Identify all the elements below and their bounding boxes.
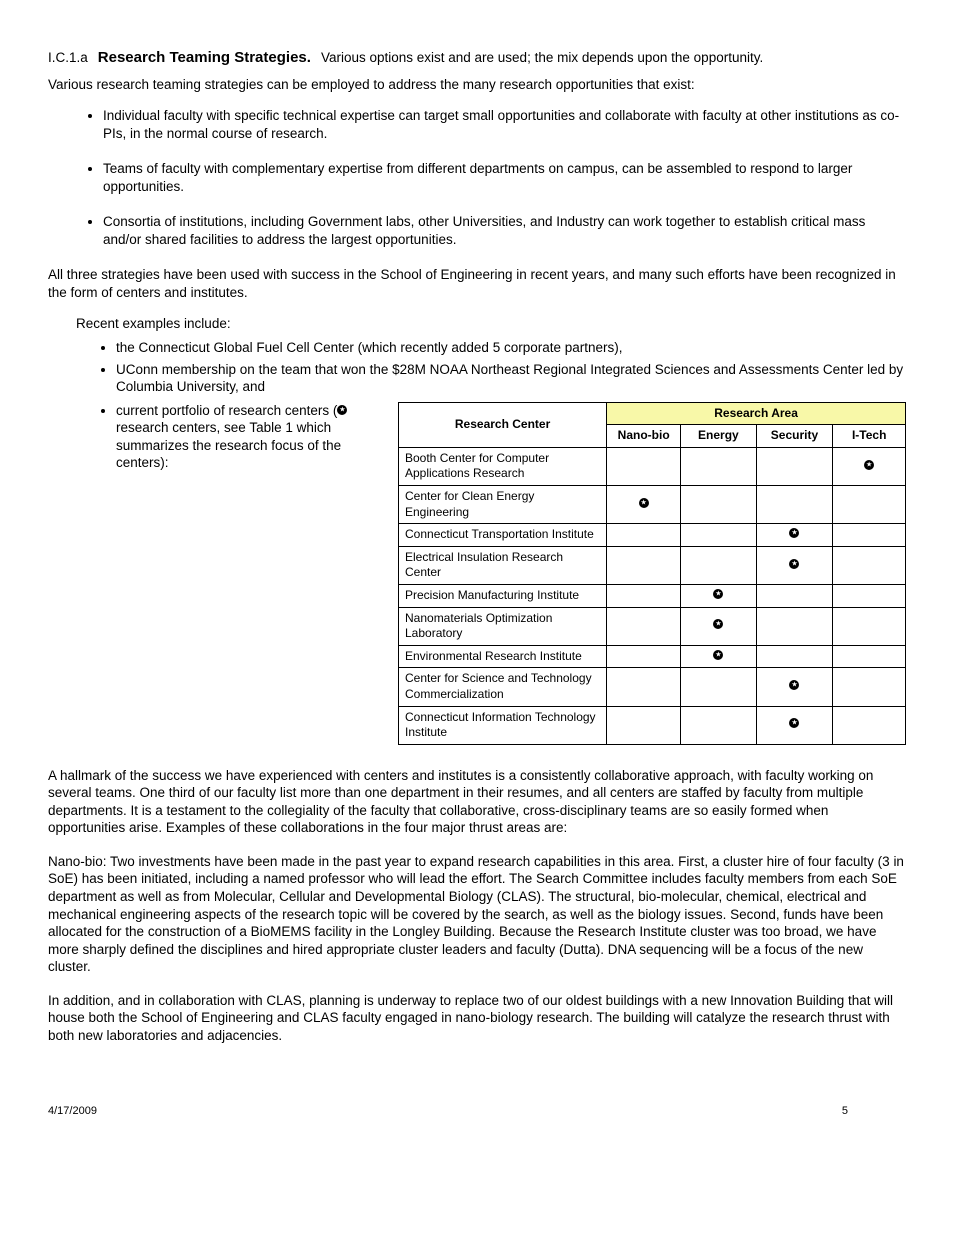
table-row: Connecticut Information Technology Insti… bbox=[399, 706, 906, 744]
area-cell bbox=[756, 485, 833, 523]
area-cell bbox=[607, 485, 681, 523]
list-item: Individual faculty with specific technic… bbox=[103, 107, 906, 142]
area-cell bbox=[681, 645, 756, 668]
table-row: Environmental Research Institute bbox=[399, 645, 906, 668]
star-icon bbox=[337, 405, 347, 415]
area-cell bbox=[833, 546, 906, 584]
area-cell bbox=[833, 668, 906, 706]
area-cell bbox=[681, 668, 756, 706]
area-cell bbox=[756, 607, 833, 645]
table-header-area: Research Area bbox=[607, 402, 906, 425]
star-icon bbox=[789, 559, 799, 569]
center-name-cell: Environmental Research Institute bbox=[399, 645, 607, 668]
table-row: Connecticut Transportation Institute bbox=[399, 524, 906, 547]
area-cell bbox=[607, 447, 681, 485]
table-header-center: Research Center bbox=[399, 402, 607, 447]
area-cell bbox=[607, 584, 681, 607]
table-subheader: I-Tech bbox=[833, 425, 906, 448]
table-row: Center for Science and Technology Commer… bbox=[399, 668, 906, 706]
star-icon bbox=[639, 498, 649, 508]
area-cell bbox=[756, 524, 833, 547]
table-row: Electrical Insulation Research Center bbox=[399, 546, 906, 584]
area-cell bbox=[833, 485, 906, 523]
star-icon bbox=[789, 680, 799, 690]
center-name-cell: Center for Science and Technology Commer… bbox=[399, 668, 607, 706]
table-subheader: Security bbox=[756, 425, 833, 448]
list-item: Teams of faculty with complementary expe… bbox=[103, 160, 906, 195]
star-icon bbox=[713, 650, 723, 660]
star-icon bbox=[789, 718, 799, 728]
inner-intro: Recent examples include: bbox=[76, 315, 906, 333]
star-icon bbox=[789, 528, 799, 538]
list-item: current portfolio of research centers ( … bbox=[116, 402, 906, 745]
area-cell bbox=[607, 546, 681, 584]
area-cell bbox=[681, 447, 756, 485]
center-name-cell: Connecticut Transportation Institute bbox=[399, 524, 607, 547]
area-cell bbox=[756, 447, 833, 485]
portfolio-bullet-lead: current portfolio of research centers ( bbox=[116, 403, 337, 418]
followup-paragraphs: A hallmark of the success we have experi… bbox=[48, 767, 906, 1045]
area-cell bbox=[681, 584, 756, 607]
center-name-cell: Booth Center for Computer Applications R… bbox=[399, 447, 607, 485]
table-subheader: Energy bbox=[681, 425, 756, 448]
area-cell bbox=[756, 584, 833, 607]
paragraph: A hallmark of the success we have experi… bbox=[48, 767, 906, 837]
footer-page-number: 5 bbox=[842, 1104, 848, 1118]
section-id: I.C.1.a bbox=[48, 49, 88, 67]
table-row: Precision Manufacturing Institute bbox=[399, 584, 906, 607]
paragraph: Nano-bio: Two investments have been made… bbox=[48, 853, 906, 976]
section-subtitle: Various options exist and are used; the … bbox=[321, 49, 763, 67]
table-row: Center for Clean Energy Engineering bbox=[399, 485, 906, 523]
center-name-cell: Nanomaterials Optimization Laboratory bbox=[399, 607, 607, 645]
star-icon bbox=[713, 589, 723, 599]
star-icon bbox=[713, 619, 723, 629]
center-name-cell: Electrical Insulation Research Center bbox=[399, 546, 607, 584]
section-header: I.C.1.a Research Teaming Strategies. Var… bbox=[48, 48, 906, 68]
list-item: UConn membership on the team that won th… bbox=[116, 361, 906, 396]
table-row: Nanomaterials Optimization Laboratory bbox=[399, 607, 906, 645]
center-name-cell: Precision Manufacturing Institute bbox=[399, 584, 607, 607]
area-cell bbox=[681, 546, 756, 584]
list-item: Consortia of institutions, including Gov… bbox=[103, 213, 906, 248]
area-cell bbox=[681, 524, 756, 547]
area-cell bbox=[607, 524, 681, 547]
area-cell bbox=[756, 546, 833, 584]
area-cell bbox=[681, 607, 756, 645]
star-icon bbox=[864, 460, 874, 470]
area-cell bbox=[833, 645, 906, 668]
center-name-cell: Center for Clean Energy Engineering bbox=[399, 485, 607, 523]
area-cell bbox=[833, 447, 906, 485]
area-cell bbox=[607, 668, 681, 706]
teaming-strategies-list: Individual faculty with specific technic… bbox=[48, 107, 906, 248]
area-cell bbox=[756, 668, 833, 706]
table-row: Booth Center for Computer Applications R… bbox=[399, 447, 906, 485]
table-subheader: Nano-bio bbox=[607, 425, 681, 448]
intro-paragraph: Various research teaming strategies can … bbox=[48, 76, 906, 94]
footer-date: 4/17/2009 bbox=[48, 1105, 97, 1117]
area-cell bbox=[607, 607, 681, 645]
examples-list: the Connecticut Global Fuel Cell Center … bbox=[76, 339, 906, 745]
paragraph: In addition, and in collaboration with C… bbox=[48, 992, 906, 1045]
portfolio-bullet-tail: research centers, see Table 1 which summ… bbox=[116, 420, 341, 470]
area-cell bbox=[756, 706, 833, 744]
section-title: Research Teaming Strategies. bbox=[98, 48, 311, 68]
area-cell bbox=[833, 706, 906, 744]
list-item: the Connecticut Global Fuel Cell Center … bbox=[116, 339, 906, 357]
area-cell bbox=[833, 584, 906, 607]
area-cell bbox=[833, 607, 906, 645]
area-cell bbox=[756, 645, 833, 668]
bridge-paragraph: All three strategies have been used with… bbox=[48, 266, 906, 301]
center-name-cell: Connecticut Information Technology Insti… bbox=[399, 706, 607, 744]
area-cell bbox=[681, 706, 756, 744]
area-cell bbox=[681, 485, 756, 523]
area-cell bbox=[833, 524, 906, 547]
area-cell bbox=[607, 645, 681, 668]
page-footer: 4/17/2009 5 bbox=[48, 1104, 906, 1118]
area-cell bbox=[607, 706, 681, 744]
research-centers-table: Research Center Research Area Nano-bio E… bbox=[398, 402, 906, 745]
